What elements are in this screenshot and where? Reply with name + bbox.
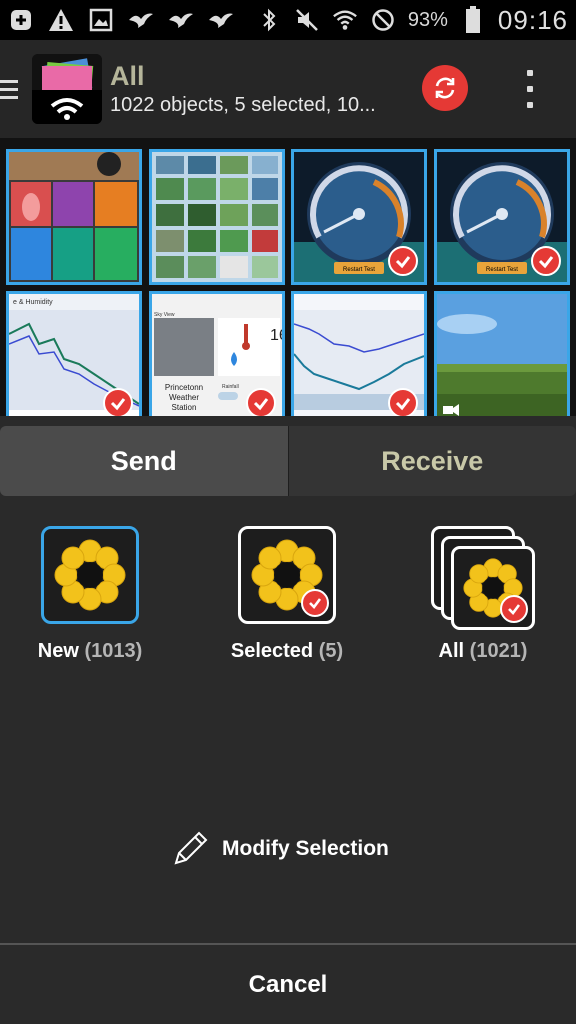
weather-temperature: 16 [270, 327, 282, 344]
send-selected-option[interactable]: Selected (5) [192, 526, 382, 663]
send-receive-sheet: Send Receive New (1013) Selected (5) All… [0, 416, 576, 1024]
bird-icon [208, 7, 234, 33]
weather-line-3: Station [172, 403, 197, 412]
tab-receive[interactable]: Receive [287, 426, 576, 496]
rainfall-label: Rainfall [222, 384, 239, 390]
all-label: All [438, 640, 465, 662]
sync-button[interactable] [422, 65, 468, 111]
new-label: New [37, 640, 79, 662]
media-grid: Restart Test Restart Test e & Humidity S… [0, 138, 576, 427]
selected-check-icon [246, 388, 276, 418]
wifi-icon [332, 7, 358, 33]
blocked-icon [370, 7, 396, 33]
clock: 09:16 [497, 4, 568, 35]
flower-icon [54, 539, 126, 611]
status-bar: 93% 09:16 [0, 0, 576, 40]
checkmark-icon [500, 595, 528, 623]
checkmark-icon [301, 589, 329, 617]
weather-line-2: Weather [169, 393, 199, 402]
selection-summary: 1022 objects, 5 selected, 10... [110, 94, 376, 116]
thumbnail-humidity-chart[interactable]: e & Humidity [6, 291, 142, 427]
bird-icon [128, 7, 154, 33]
humidity-title: e & Humidity [13, 299, 53, 306]
cancel-button[interactable]: Cancel [0, 946, 576, 1024]
all-items-tile[interactable] [431, 526, 535, 630]
modify-selection-button[interactable]: Modify Selection [170, 829, 389, 869]
pencil-icon [174, 831, 208, 865]
selected-items-tile[interactable] [238, 526, 336, 624]
thumbnail-speedometer-2[interactable]: Restart Test [434, 149, 570, 285]
tab-send[interactable]: Send [0, 426, 288, 496]
bird-icon [168, 7, 194, 33]
add-notification-icon [8, 7, 34, 33]
selected-check-icon [103, 388, 133, 418]
thumbnail-photo-grid[interactable] [149, 149, 285, 285]
bluetooth-icon [256, 7, 282, 33]
gallery-icon [88, 7, 114, 33]
thumbnail-temperature-chart[interactable] [291, 291, 427, 427]
selected-count: (5) [318, 640, 344, 662]
restart-test-label: Restart Test [343, 267, 375, 273]
mute-icon [294, 7, 320, 33]
page-title: All [110, 61, 145, 91]
selected-label: Selected [230, 640, 314, 662]
battery-percent: 93% [407, 8, 448, 31]
divider [0, 943, 576, 945]
menu-icon[interactable] [0, 79, 22, 99]
thumbnail-speedometer-1[interactable]: Restart Test [291, 149, 427, 285]
weather-line-1: Princetonn [165, 383, 203, 392]
all-count: (1021) [469, 640, 528, 662]
new-count: (1013) [84, 640, 143, 662]
restart-test-label: Restart Test [486, 267, 518, 273]
send-all-option[interactable]: All (1021) [388, 526, 576, 663]
new-items-tile[interactable] [41, 526, 139, 624]
send-new-option[interactable]: New (1013) [0, 526, 185, 663]
warning-icon [48, 7, 74, 33]
sky-view-label: Sky View [154, 312, 175, 318]
overflow-menu-icon[interactable] [522, 70, 538, 108]
modify-selection-label: Modify Selection [222, 837, 389, 860]
app-logo-icon [32, 54, 102, 124]
selected-check-icon [531, 246, 561, 276]
selected-check-icon [388, 246, 418, 276]
tab-bar: Send Receive [0, 426, 576, 496]
thumbnail-weather-station[interactable]: Sky View 16 Princetonn Weather Station R… [149, 291, 285, 427]
selected-check-icon [388, 388, 418, 418]
battery-icon [460, 6, 486, 33]
app-bar: All 1022 objects, 5 selected, 10... [0, 40, 576, 138]
sync-icon [435, 77, 455, 99]
thumbnail-apps-screenshot[interactable] [6, 149, 142, 285]
thumbnail-landscape-video[interactable] [434, 291, 570, 427]
